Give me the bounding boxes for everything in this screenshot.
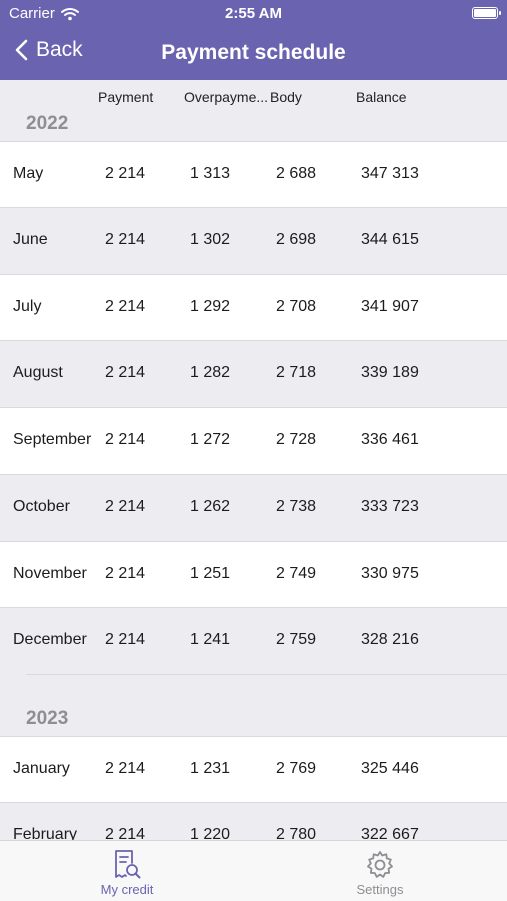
table-row[interactable]: June 2 214 1 302 2 698 344 615	[0, 207, 507, 274]
cell-month: August	[13, 364, 63, 381]
page-title: Payment schedule	[161, 41, 346, 64]
cell-body: 2 738	[276, 498, 317, 515]
schedule-table[interactable]: Payment Overpayme... Body Balance 2022 M…	[0, 80, 507, 840]
cell-payment: 2 214	[105, 165, 146, 182]
cell-month: February	[13, 826, 78, 840]
cell-balance: 341 907	[361, 298, 419, 315]
cell-payment: 2 214	[105, 231, 146, 248]
tab-bar: My credit Settings	[0, 840, 507, 901]
year-header: 2023	[26, 708, 69, 729]
cell-month: June	[13, 231, 48, 248]
cell-overpayment: 1 241	[190, 631, 231, 648]
cell-month: December	[13, 631, 87, 648]
cell-balance: 330 975	[361, 565, 419, 582]
cell-month: November	[13, 565, 87, 582]
column-header-body: Body	[270, 89, 302, 105]
cell-month: October	[13, 498, 70, 515]
cell-overpayment: 1 292	[190, 298, 231, 315]
cell-payment: 2 214	[105, 298, 146, 315]
table-row[interactable]: January 2 214 1 231 2 769 325 446	[0, 736, 507, 803]
table-row[interactable]: February 2 214 1 220 2 780 322 667	[0, 802, 507, 840]
cell-body: 2 718	[276, 364, 317, 381]
status-time: 2:55 AM	[225, 5, 282, 22]
cell-overpayment: 1 272	[190, 431, 231, 448]
cell-overpayment: 1 231	[190, 760, 231, 777]
nav-bar: Back Payment schedule	[0, 30, 507, 76]
cell-payment: 2 214	[105, 364, 146, 381]
table-row[interactable]: September 2 214 1 272 2 728 336 461	[0, 407, 507, 474]
nav-header: Carrier 2:55 AM Back Payment schedule	[0, 0, 507, 80]
table-row[interactable]: November 2 214 1 251 2 749 330 975	[0, 541, 507, 608]
cell-overpayment: 1 220	[190, 826, 231, 840]
year-header: 2022	[26, 113, 69, 134]
table-row[interactable]: May 2 214 1 313 2 688 347 313	[0, 141, 507, 208]
cell-payment: 2 214	[105, 631, 146, 648]
cell-body: 2 769	[276, 760, 317, 777]
column-header-overpayment: Overpayme...	[184, 89, 269, 105]
cell-balance: 339 189	[361, 364, 419, 381]
cell-body: 2 759	[276, 631, 317, 648]
cell-payment: 2 214	[105, 760, 146, 777]
cell-payment: 2 214	[105, 826, 146, 840]
cell-overpayment: 1 313	[190, 165, 231, 182]
table-row[interactable]: July 2 214 1 292 2 708 341 907	[0, 274, 507, 341]
status-bar: Carrier 2:55 AM	[0, 0, 507, 28]
cell-balance: 344 615	[361, 231, 419, 248]
cell-body: 2 708	[276, 298, 317, 315]
tab-my-credit-label: My credit	[100, 882, 154, 897]
cell-body: 2 688	[276, 165, 317, 182]
column-header-balance: Balance	[356, 89, 407, 105]
receipt-search-icon	[115, 850, 141, 879]
cell-overpayment: 1 282	[190, 364, 231, 381]
tab-settings-label: Settings	[356, 882, 404, 897]
cell-overpayment: 1 302	[190, 231, 231, 248]
cell-payment: 2 214	[105, 565, 146, 582]
column-header-payment: Payment	[98, 89, 154, 105]
gear-icon	[367, 851, 393, 878]
cell-balance: 325 446	[361, 760, 419, 777]
battery-icon	[472, 7, 501, 19]
cell-overpayment: 1 251	[190, 565, 231, 582]
tab-my-credit[interactable]: My credit	[57, 841, 197, 901]
cell-month: July	[13, 298, 42, 315]
cell-balance: 328 216	[361, 631, 419, 648]
table-row[interactable]: August 2 214 1 282 2 718 339 189	[0, 340, 507, 407]
section-divider	[26, 674, 507, 675]
cell-balance: 347 313	[361, 165, 419, 182]
cell-payment: 2 214	[105, 431, 146, 448]
cell-payment: 2 214	[105, 498, 146, 515]
cell-balance: 336 461	[361, 431, 419, 448]
cell-month: September	[13, 431, 92, 448]
cell-body: 2 749	[276, 565, 317, 582]
cell-balance: 322 667	[361, 826, 419, 840]
cell-overpayment: 1 262	[190, 498, 231, 515]
tab-settings[interactable]: Settings	[310, 841, 450, 901]
cell-body: 2 698	[276, 231, 317, 248]
table-row[interactable]: October 2 214 1 262 2 738 333 723	[0, 474, 507, 541]
cell-body: 2 728	[276, 431, 317, 448]
cell-month: May	[13, 165, 44, 182]
cell-month: January	[13, 760, 70, 777]
cell-body: 2 780	[276, 826, 317, 840]
cell-balance: 333 723	[361, 498, 419, 515]
table-row[interactable]: December 2 214 1 241 2 759 328 216	[0, 607, 507, 674]
